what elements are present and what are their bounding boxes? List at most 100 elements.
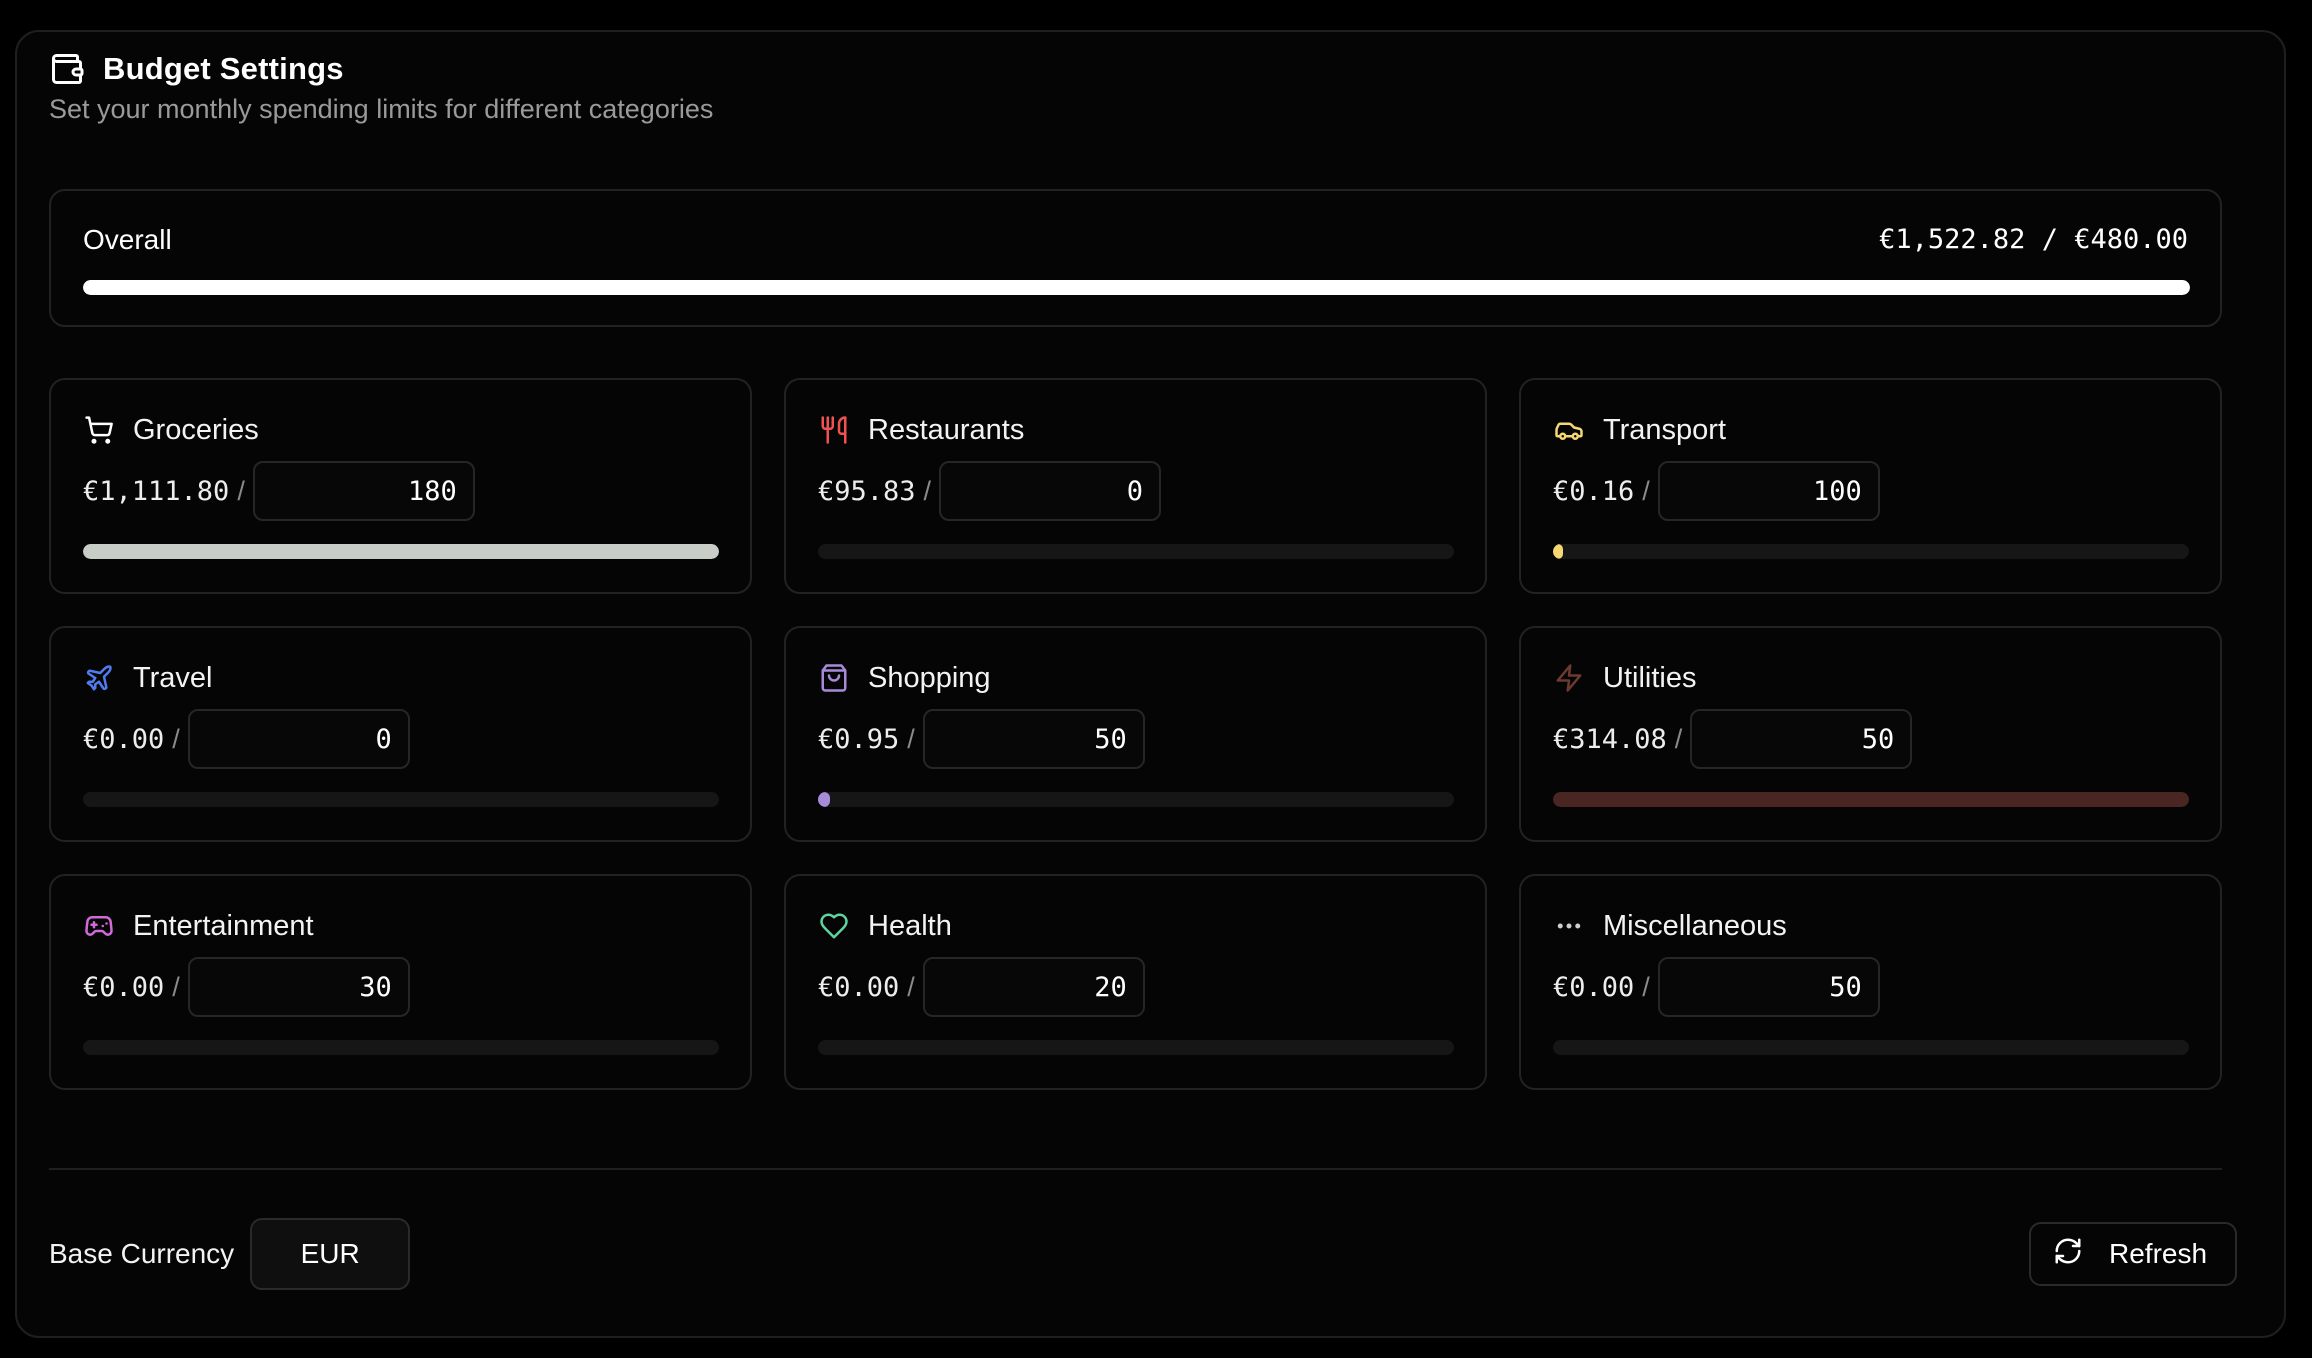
- category-limit-input[interactable]: [252, 461, 475, 521]
- category-progress-track: [1553, 1040, 2189, 1055]
- category-amount-row: €0.00/: [1553, 957, 1880, 1017]
- more-horizontal-icon: [1553, 910, 1585, 942]
- category-name: Travel: [133, 661, 213, 694]
- page-subtitle: Set your monthly spending limits for dif…: [49, 94, 714, 124]
- base-currency-select[interactable]: EUR: [250, 1218, 411, 1290]
- amount-separator: /: [923, 475, 932, 506]
- amount-separator: /: [172, 971, 180, 1002]
- amount-separator: /: [1642, 475, 1650, 506]
- amount-separator: /: [907, 723, 915, 754]
- category-grid: Groceries€1,111.80/Restaurants€95.83/Tra…: [49, 378, 2222, 1090]
- category-limit-input[interactable]: [922, 709, 1145, 769]
- category-card-travel: Travel €0.00/: [49, 626, 752, 842]
- category-header: Restaurants: [818, 410, 1024, 450]
- refresh-button[interactable]: Refresh: [2029, 1222, 2237, 1286]
- overall-progress-fill: [83, 280, 2190, 295]
- utensils-icon: [818, 414, 850, 446]
- category-progress-track: [1553, 544, 2189, 559]
- category-spent: €0.00: [83, 971, 165, 1003]
- category-card-restaurants: Restaurants €95.83/: [784, 378, 1487, 594]
- category-spent: €0.16: [1553, 475, 1635, 507]
- category-amount-row: €0.95/: [818, 709, 1145, 769]
- category-header: Entertainment: [83, 906, 314, 946]
- amount-separator: /: [1642, 971, 1650, 1002]
- category-progress-track: [818, 544, 1454, 559]
- zap-icon: [1553, 662, 1585, 694]
- wallet-icon: [49, 51, 85, 87]
- category-spent: €314.08: [1553, 723, 1667, 755]
- category-amount-row: €0.00/: [818, 957, 1145, 1017]
- refresh-icon: [2053, 1236, 2083, 1273]
- category-card-entertainment: Entertainment €0.00/: [49, 874, 752, 1090]
- category-name: Restaurants: [868, 413, 1025, 446]
- category-progress-fill: [818, 792, 831, 807]
- amount-separator: /: [907, 971, 915, 1002]
- category-header: Health: [818, 906, 952, 946]
- category-header: Travel: [83, 658, 213, 698]
- currency-group: Base Currency EUR: [49, 1218, 411, 1290]
- heart-icon: [818, 910, 850, 942]
- category-progress-fill: [83, 544, 719, 559]
- gamepad-icon: [83, 910, 115, 942]
- category-progress-fill: [1553, 544, 1564, 559]
- category-card-miscellaneous: Miscellaneous €0.00/: [1519, 874, 2222, 1090]
- category-name: Shopping: [868, 661, 991, 694]
- category-limit-input[interactable]: [1657, 461, 1880, 521]
- category-progress-track: [83, 1040, 719, 1055]
- category-card-utilities: Utilities €314.08/: [1519, 626, 2222, 842]
- amount-separator: /: [1674, 723, 1683, 754]
- category-limit-input[interactable]: [1657, 957, 1880, 1017]
- amount-separator: /: [172, 723, 180, 754]
- category-header: Miscellaneous: [1553, 906, 1787, 946]
- category-header: Groceries: [83, 410, 259, 450]
- category-amount-row: €0.00/: [83, 709, 410, 769]
- category-progress-track: [1553, 792, 2189, 807]
- category-name: Miscellaneous: [1603, 909, 1787, 942]
- plane-icon: [83, 662, 115, 694]
- category-progress-track: [83, 792, 719, 807]
- title-row: Budget Settings: [49, 48, 713, 90]
- category-progress-fill: [1553, 792, 2189, 807]
- category-header: Utilities: [1553, 658, 1696, 698]
- category-spent: €1,111.80: [83, 475, 230, 507]
- page-title: Budget Settings: [103, 51, 344, 86]
- category-amount-row: €95.83/: [818, 461, 1162, 521]
- category-limit-input[interactable]: [187, 957, 410, 1017]
- category-spent: €0.00: [818, 971, 900, 1003]
- base-currency-label: Base Currency: [49, 1238, 235, 1269]
- car-icon: [1553, 414, 1585, 446]
- category-name: Transport: [1603, 413, 1727, 446]
- amount-separator: /: [237, 475, 245, 506]
- category-spent: €0.00: [1553, 971, 1635, 1003]
- category-name: Utilities: [1603, 661, 1697, 694]
- refresh-label: Refresh: [2109, 1238, 2208, 1269]
- category-spent: €95.83: [818, 475, 916, 507]
- category-amount-row: €0.00/: [83, 957, 410, 1017]
- panel-header: Budget Settings Set your monthly spendin…: [49, 48, 713, 125]
- category-progress-track: [818, 1040, 1454, 1055]
- overall-amount: €1,522.82 / €480.00: [1879, 224, 2188, 255]
- footer-divider: [49, 1168, 2222, 1170]
- category-name: Entertainment: [133, 909, 314, 942]
- category-progress-track: [818, 792, 1454, 807]
- category-progress-track: [83, 544, 719, 559]
- category-limit-input[interactable]: [187, 709, 410, 769]
- category-spent: €0.00: [83, 723, 165, 755]
- category-amount-row: €314.08/: [1553, 709, 1913, 769]
- category-limit-input[interactable]: [922, 957, 1145, 1017]
- category-name: Groceries: [133, 413, 259, 446]
- overall-card: Overall €1,522.82 / €480.00: [49, 189, 2222, 327]
- category-amount-row: €0.16/: [1553, 461, 1880, 521]
- category-card-health: Health €0.00/: [784, 874, 1487, 1090]
- category-limit-input[interactable]: [939, 461, 1162, 521]
- category-card-transport: Transport €0.16/: [1519, 378, 2222, 594]
- category-spent: €0.95: [818, 723, 900, 755]
- category-name: Health: [868, 909, 952, 942]
- shopping-bag-icon: [818, 662, 850, 694]
- category-limit-input[interactable]: [1690, 709, 1913, 769]
- shopping-cart-icon: [83, 414, 115, 446]
- overall-label: Overall: [83, 224, 172, 255]
- category-header: Transport: [1553, 410, 1726, 450]
- category-card-shopping: Shopping €0.95/: [784, 626, 1487, 842]
- overall-progress-track: [83, 280, 2190, 295]
